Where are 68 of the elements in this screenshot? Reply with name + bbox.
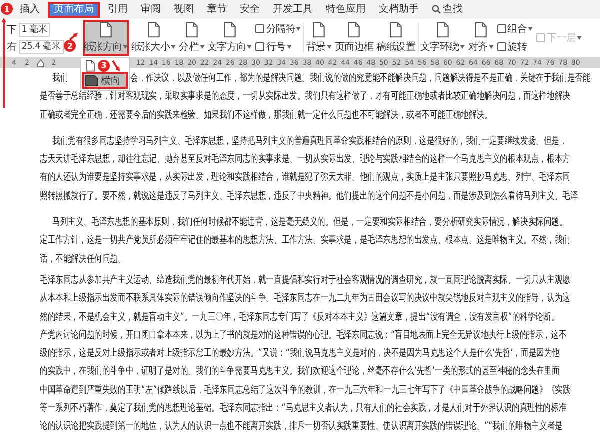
document-text: 从本本和上级指示出发而不联系具体实际的错误倾向作坚决的斗争。毛泽东同志在一九二九年为古田会议写的决议中就尖锐地反对主观主义的指导，认为这	[40, 292, 570, 306]
search-icon	[432, 5, 441, 14]
ribbon-button[interactable]: 组合	[496, 22, 534, 36]
document-text: 产党内讨论问题的时候，开口闭口拿本本来，以为上了书的就是对的这种错误的心理。毛泽东同志说：“盲目地表面上完全无异议地执行上级的指示，这不	[40, 328, 567, 343]
page-icon	[85, 74, 99, 86]
page-icon	[184, 22, 200, 38]
document-text: 级的指示，这是反对上级指示或者对上级指示怠工的最妙方法。”又说：“我们说马克思主义是对的，决不是因为马克思这个人是什么‘先哲’，而是因为他	[40, 346, 560, 362]
menu-tab[interactable]: 章节	[202, 2, 232, 18]
page-icon	[311, 22, 328, 38]
arrow	[112, 60, 121, 72]
margin-label: 右	[7, 40, 17, 54]
document-text: 会，作决议，以及做任何工作，都为的是解决问题。我们说的做的究竟能不能解决问题，问题解决得是不是正确，关键在于我们是否能	[130, 72, 591, 86]
document-text: 话，不能解决任何问题。	[40, 252, 126, 267]
search-button[interactable]: 查找	[427, 2, 468, 18]
margin-field[interactable]: 25.4 毫米	[18, 40, 64, 54]
ribbon-button[interactable]: 文字环绕	[420, 20, 466, 56]
document-text: 正确或者完全正确，还需要今后的实践来检验。如果我们不这样做，那我们就一定什么问题也不可能解决，或者不可能正确地解决。	[40, 108, 492, 123]
step-badge: 3	[98, 60, 110, 72]
page-icon	[346, 22, 362, 38]
document-text: 中国革命遭到严重失败的王明“左”倾路线以后，毛泽东同志总结了这次斗争的教训，在一九三六年和一九三七年写下了《中国革命战争的战略问题》《实践	[40, 384, 571, 398]
page-icon	[388, 22, 404, 38]
page-icon	[146, 22, 162, 38]
document-text: 志天天讲毛泽东思想，却往往忘记、抛弃甚至反对毛泽东同志的实事求是、一切从实际出发、理论与实践相结合的这样一个马克思主义的根本观点，根本方	[40, 152, 570, 168]
ribbon-button[interactable]: 页面边框	[334, 20, 375, 56]
menu-tab[interactable]: 文档助手	[374, 2, 424, 18]
ribbon-button[interactable]: 分栏	[178, 20, 206, 56]
square-icon	[496, 24, 507, 34]
menu-tab[interactable]: 特色应用	[321, 2, 371, 18]
square-icon	[496, 42, 507, 52]
menu-tab[interactable]: 视图	[169, 2, 199, 18]
document-text: 我们党有很多同志坚持学习马列主义、毛泽东思想，坚持把马列主义的普遍真理同革命实践相结合的原则，这是很好的，我们一定要继续发扬。但是，	[51, 134, 568, 149]
ribbon-button[interactable]: 旋转	[496, 40, 534, 54]
menu-tab[interactable]: 引用	[103, 2, 133, 18]
page-icon	[473, 22, 490, 38]
document-text: 有的人还认为谁要是坚持实事求是，从实际出发，理论和实践相结合，谁就是犯了弥天大罪。他们的观点，实质上是主张只要照抄马克思、列宁、毛泽东同	[40, 170, 570, 186]
document-text: 等一系列不朽著作，奠定了我们党的思想理论基础。毛泽东同志指出：“马克思主义者认为，只有人们的社会实践，才是人们对于外界认识的真理性的标准	[40, 402, 567, 416]
ribbon-button[interactable]: 行号	[254, 40, 302, 54]
ribbon-button[interactable]: 文字方向	[206, 20, 254, 56]
ribbon-button[interactable]: 对齐	[467, 20, 495, 56]
document-text: 毛泽东同志从参加共产主义运动、缔造我们党的最初年代开始，就一直提倡和实行对于社会客观情况的调查研究，就一直同理论脱离实际、一切只从主观愿	[40, 274, 570, 288]
menu-tab[interactable]: 安全	[235, 2, 265, 18]
margin-label: 下	[7, 24, 17, 36]
document-text: 论的认识论把实践提到第一的地位，认为人的认识一点也不能离开实践，排斥一切否认实践重要性、使认识离开实践的错误理论。”“我们的唯物主义者是	[40, 420, 563, 434]
ribbon-button[interactable]: 纸张大小	[130, 20, 178, 56]
document-text: 是否善于总结经验，针对客观现实，采取实事求是的态度，一切从实际出发。我们只有这样做了，才有可能正确地或者比较正确地解决问题，而这样地解决	[40, 90, 570, 104]
square-icon	[255, 42, 266, 52]
menu-tab[interactable]: 审阅	[136, 2, 166, 18]
document-text: 马列主义、毛泽东思想的基本原则，我们任何时候都不能违背，这是毫无疑义的。但是，一定要和实际相结合，要分析研究实际情况，解决实际问题。	[51, 216, 568, 230]
indent-marker-icon[interactable]	[36, 58, 45, 68]
document-text: 定工作方针，这是一切共产党员所必须牢牢记住的最基本的思想方法、工作方法。实事求是，是毛泽东思想的出发点、根本点。这是唯物主义。不然，我们	[40, 234, 570, 248]
page-icon	[222, 22, 238, 38]
square-icon	[536, 33, 546, 43]
menu-item[interactable]: 横向	[82, 72, 128, 89]
ribbon-button[interactable]: 稿纸设置	[376, 20, 416, 56]
margin-field[interactable]: 1 毫米	[18, 22, 50, 36]
ribbon-button[interactable]: 背景	[305, 20, 333, 56]
document-text: 然的结果，不是机会主义，就是盲动主义”。一九三〇年，毛泽东同志专门写了《反对本本主义》这篇文章，提出“没有调查，没有发言权”的科学论断。	[40, 310, 560, 325]
square-icon	[255, 24, 266, 34]
page-icon	[98, 22, 114, 38]
ribbon-button[interactable]: 分隔符	[254, 22, 302, 36]
document-text: 我们	[51, 72, 68, 86]
menu-tab[interactable]: 插入	[15, 2, 45, 18]
document-text: 的实践中，在我们的斗争中，证明了是对的。我们的斗争需要马克思主义。我们欢迎这个理论，丝毫不存什么‘先哲’一类的形式的甚至神秘的念头在里面	[40, 364, 560, 380]
document-text: 照转照搬就行了。要不然，就说这是违反了马列主义、毛泽东思想，违反了中央精神。他们提出的这个问题不是小问题，而是涉及到怎么看待马列主义、毛泽	[40, 190, 578, 204]
menu-tab[interactable]: 开发工具	[268, 2, 318, 18]
page-icon	[434, 22, 451, 38]
page-icon	[85, 60, 96, 72]
menu-tab[interactable]: 页面布局	[48, 2, 100, 18]
